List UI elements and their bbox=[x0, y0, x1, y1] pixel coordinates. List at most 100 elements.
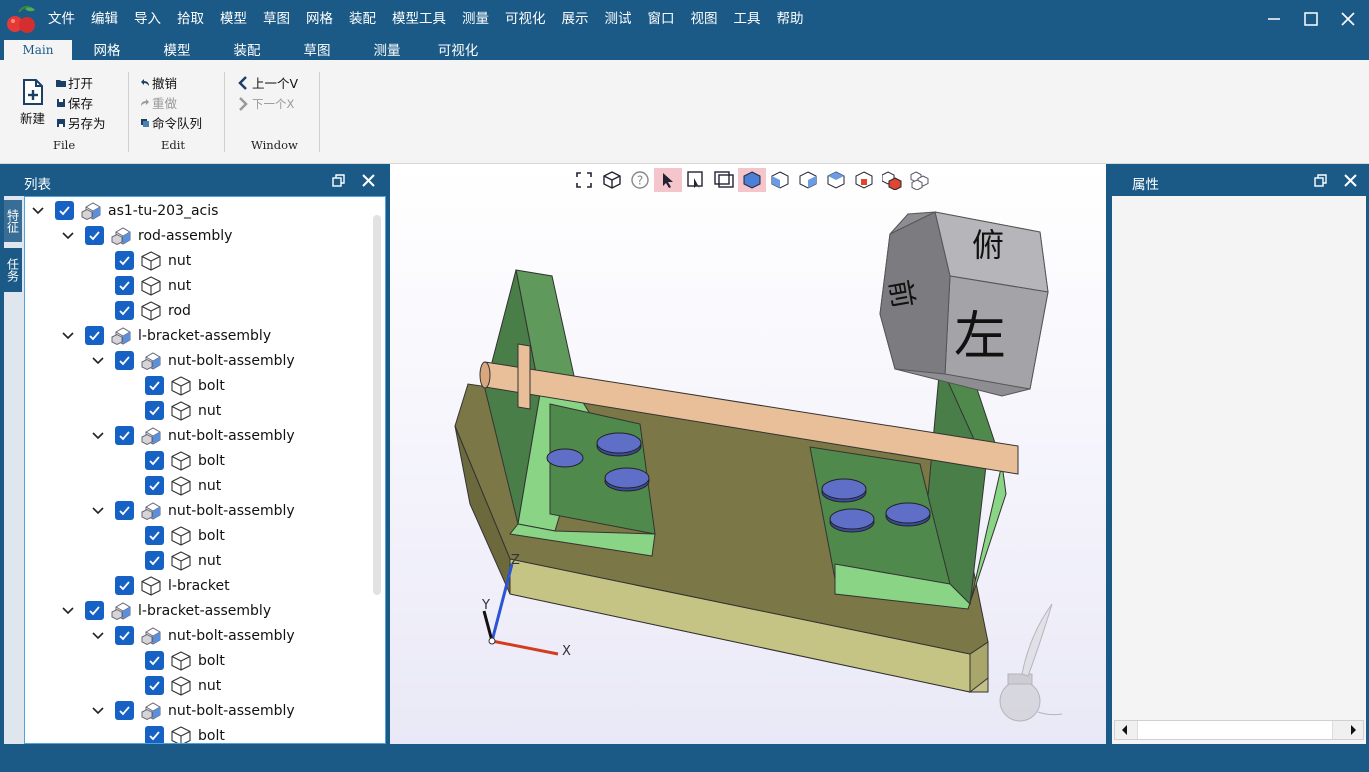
tab-sketch[interactable]: 草图 bbox=[292, 42, 342, 60]
tree-item[interactable]: l-bracket bbox=[91, 573, 230, 598]
visibility-checkbox[interactable] bbox=[85, 601, 104, 620]
open-button[interactable]: 打开 bbox=[56, 73, 93, 92]
visibility-checkbox[interactable] bbox=[145, 376, 164, 395]
menu-item[interactable]: 测量 bbox=[454, 0, 497, 38]
visibility-checkbox[interactable] bbox=[55, 201, 74, 220]
properties-panel-float-button[interactable] bbox=[1314, 174, 1327, 191]
tab-measure[interactable]: 测量 bbox=[362, 42, 412, 60]
menu-item[interactable]: 可视化 bbox=[497, 0, 554, 38]
menu-item[interactable]: 模型 bbox=[212, 0, 255, 38]
menu-item[interactable]: 导入 bbox=[126, 0, 169, 38]
menu-item[interactable]: 草图 bbox=[255, 0, 298, 38]
menu-item[interactable]: 视图 bbox=[683, 0, 726, 38]
visibility-checkbox[interactable] bbox=[145, 451, 164, 470]
chevron-down-icon[interactable] bbox=[91, 629, 105, 643]
tab-main[interactable]: Main bbox=[4, 40, 72, 60]
tree-item[interactable]: nut bbox=[121, 473, 221, 498]
tree-item[interactable]: bolt bbox=[121, 648, 225, 673]
tree-item[interactable]: rod bbox=[91, 298, 191, 323]
menu-item[interactable]: 展示 bbox=[554, 0, 597, 38]
list-panel-float-button[interactable] bbox=[332, 174, 345, 191]
visibility-checkbox[interactable] bbox=[115, 251, 134, 270]
3d-viewport[interactable]: ? X Y Z 俯 左 前 bbox=[390, 164, 1106, 744]
menu-item[interactable]: 模型工具 bbox=[384, 0, 454, 38]
menu-item[interactable]: 网格 bbox=[298, 0, 341, 38]
chevron-down-icon[interactable] bbox=[91, 354, 105, 368]
tree-item[interactable]: nut-bolt-assembly bbox=[91, 423, 295, 448]
scroll-left-icon[interactable] bbox=[1119, 721, 1131, 739]
view-cube[interactable]: 俯 左 前 bbox=[879, 211, 1049, 397]
menu-item[interactable]: 测试 bbox=[597, 0, 640, 38]
visibility-checkbox[interactable] bbox=[115, 351, 134, 370]
tree-item[interactable]: l-bracket-assembly bbox=[61, 323, 271, 348]
tree-item[interactable]: bolt bbox=[121, 373, 225, 398]
visibility-checkbox[interactable] bbox=[115, 426, 134, 445]
side-tab-features[interactable]: 特征 bbox=[4, 200, 22, 242]
command-queue-button[interactable]: 命令队列 bbox=[140, 113, 202, 132]
chevron-down-icon[interactable] bbox=[61, 329, 75, 343]
tree-item[interactable]: nut bbox=[121, 673, 221, 698]
new-button[interactable]: 新建 bbox=[20, 78, 45, 127]
tree-item[interactable]: nut bbox=[121, 398, 221, 423]
maximize-button[interactable] bbox=[1296, 4, 1326, 34]
menu-item[interactable]: 拾取 bbox=[169, 0, 212, 38]
visibility-checkbox[interactable] bbox=[145, 651, 164, 670]
chevron-down-icon[interactable] bbox=[91, 504, 105, 518]
properties-horizontal-scrollbar[interactable] bbox=[1114, 720, 1364, 740]
tab-assembly[interactable]: 装配 bbox=[222, 42, 272, 60]
visibility-checkbox[interactable] bbox=[145, 676, 164, 695]
chevron-down-icon[interactable] bbox=[91, 704, 105, 718]
menu-item[interactable]: 装配 bbox=[341, 0, 384, 38]
visibility-checkbox[interactable] bbox=[85, 326, 104, 345]
list-panel-close-button[interactable] bbox=[362, 174, 375, 191]
chevron-down-icon[interactable] bbox=[61, 229, 75, 243]
save-as-button[interactable]: 另存为 bbox=[56, 113, 106, 132]
chevron-down-icon[interactable] bbox=[91, 429, 105, 443]
visibility-checkbox[interactable] bbox=[145, 551, 164, 570]
visibility-checkbox[interactable] bbox=[145, 401, 164, 420]
undo-button[interactable]: 撤销 bbox=[140, 73, 177, 92]
next-window-button[interactable]: 下一个X bbox=[238, 96, 294, 112]
tab-mesh[interactable]: 网格 bbox=[82, 42, 132, 60]
tree-item[interactable]: as1-tu-203_acis bbox=[31, 198, 218, 223]
previous-window-button[interactable]: 上一个V bbox=[238, 73, 298, 92]
visibility-checkbox[interactable] bbox=[115, 701, 134, 720]
tree-item[interactable]: bolt bbox=[121, 448, 225, 473]
redo-button[interactable]: 重做 bbox=[140, 93, 177, 112]
tree-item[interactable]: nut bbox=[91, 248, 191, 273]
tree-item[interactable]: nut-bolt-assembly bbox=[91, 698, 295, 723]
tree-item[interactable]: nut-bolt-assembly bbox=[91, 348, 295, 373]
tree-item[interactable]: bolt bbox=[121, 723, 225, 743]
side-tab-tasks[interactable]: 任务 bbox=[4, 248, 22, 292]
minimize-button[interactable] bbox=[1259, 4, 1289, 34]
menu-item[interactable]: 文件 bbox=[40, 0, 83, 38]
scrollbar-thumb[interactable] bbox=[1137, 721, 1333, 739]
menu-item[interactable]: 工具 bbox=[726, 0, 769, 38]
properties-panel-close-button[interactable] bbox=[1344, 174, 1357, 191]
close-button[interactable] bbox=[1333, 4, 1363, 34]
tab-visualize[interactable]: 可视化 bbox=[430, 42, 486, 60]
visibility-checkbox[interactable] bbox=[115, 626, 134, 645]
tree-item[interactable]: nut bbox=[121, 548, 221, 573]
tree-item[interactable]: nut-bolt-assembly bbox=[91, 623, 295, 648]
menu-item[interactable]: 帮助 bbox=[769, 0, 812, 38]
tree-item[interactable]: l-bracket-assembly bbox=[61, 598, 271, 623]
tab-model[interactable]: 模型 bbox=[152, 42, 202, 60]
visibility-checkbox[interactable] bbox=[145, 476, 164, 495]
tree-item[interactable]: rod-assembly bbox=[61, 223, 232, 248]
tree-scrollbar[interactable] bbox=[373, 215, 381, 595]
visibility-checkbox[interactable] bbox=[145, 526, 164, 545]
save-button[interactable]: 保存 bbox=[56, 93, 93, 112]
tree-item[interactable]: nut bbox=[91, 273, 191, 298]
chevron-down-icon[interactable] bbox=[61, 604, 75, 618]
visibility-checkbox[interactable] bbox=[115, 276, 134, 295]
visibility-checkbox[interactable] bbox=[115, 501, 134, 520]
menu-item[interactable]: 编辑 bbox=[83, 0, 126, 38]
scroll-right-icon[interactable] bbox=[1347, 721, 1359, 739]
visibility-checkbox[interactable] bbox=[85, 226, 104, 245]
visibility-checkbox[interactable] bbox=[145, 726, 164, 743]
visibility-checkbox[interactable] bbox=[115, 301, 134, 320]
menu-item[interactable]: 窗口 bbox=[640, 0, 683, 38]
visibility-checkbox[interactable] bbox=[115, 576, 134, 595]
tree-item[interactable]: nut-bolt-assembly bbox=[91, 498, 295, 523]
